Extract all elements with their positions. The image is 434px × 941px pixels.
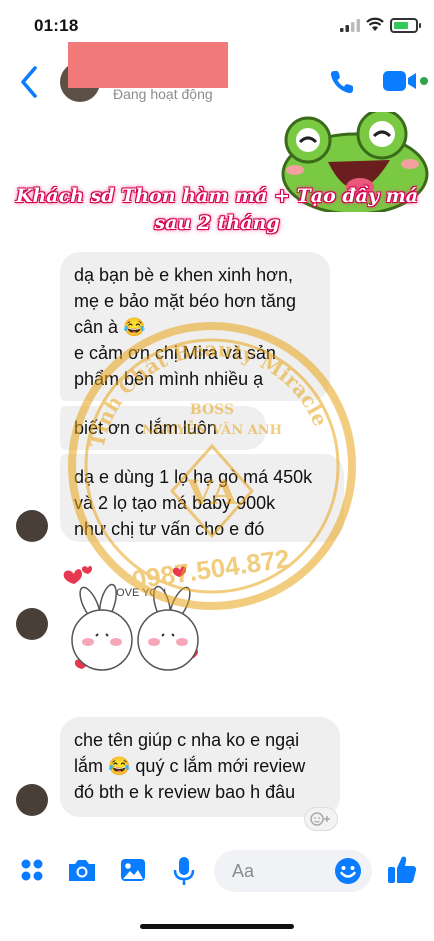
microphone-icon[interactable] [171, 856, 197, 886]
online-indicator [420, 77, 428, 85]
wifi-icon [366, 17, 384, 31]
message-bubble[interactable]: dạ e dùng 1 lọ hạ gò má 450k và 2 lọ tạo… [60, 454, 344, 542]
promo-caption: Khách sd Thon hàm má + Tạo đầy má sau 2 … [0, 183, 434, 237]
sender-avatar[interactable] [16, 608, 48, 640]
message-line: biết ơn c lắm luôn [74, 418, 217, 438]
message-line: như chị tư vấn cho e đó [74, 519, 265, 539]
promo-line-1: Khách sd Thon hàm má + Tạo đầy má [15, 185, 419, 207]
message-bubble[interactable]: che tên giúp c nha ko e ngại lắm 😂 quý c… [60, 717, 340, 817]
message-line: phẩm bên mình nhiều ạ [74, 369, 264, 389]
smiley-plus-icon [310, 812, 330, 826]
promo-line-2: sau 2 tháng [154, 212, 280, 234]
apps-grid-icon[interactable] [18, 856, 46, 884]
thumbs-up-icon[interactable] [386, 854, 418, 886]
active-status: Đang hoạt động [113, 86, 213, 102]
message-line: đó bth e k review bao h đâu [74, 782, 296, 802]
message-line: e cảm ơn chị Mira và sản [74, 343, 276, 363]
message-input[interactable] [230, 859, 324, 883]
message-line: che tên giúp c nha ko e ngại [74, 730, 300, 750]
photo-gallery-icon[interactable] [119, 856, 147, 884]
message-line: mẹ e bảo mặt béo hơn tăng [74, 291, 296, 311]
video-call-icon[interactable] [382, 68, 418, 94]
emoji-icon[interactable] [333, 856, 363, 886]
contact-name-redacted[interactable] [68, 42, 228, 88]
message-bubble[interactable]: biết ơn c lắm luôn [60, 406, 266, 450]
battery-icon [390, 18, 421, 33]
cellular-signal-icon [340, 19, 360, 32]
bunny-love-sticker[interactable]: LOVE YOU [60, 562, 210, 687]
message-line: và 2 lọ tạo má baby 900k [74, 493, 276, 513]
add-reaction-button[interactable] [304, 807, 338, 831]
phone-call-icon[interactable] [328, 68, 356, 96]
sender-avatar[interactable] [16, 784, 48, 816]
message-line: dạ bạn bè e khen xinh hơn, [74, 265, 293, 285]
message-line: dạ e dùng 1 lọ hạ gò má 450k [74, 467, 313, 487]
back-chevron-icon[interactable] [18, 64, 40, 100]
status-time: 01:18 [34, 16, 79, 35]
sender-avatar[interactable] [16, 510, 48, 542]
message-line: cân à 😂 [74, 317, 146, 337]
home-indicator [140, 924, 294, 929]
message-bubble[interactable]: dạ bạn bè e khen xinh hơn, mẹ e bảo mặt … [60, 252, 330, 401]
camera-icon[interactable] [66, 856, 98, 884]
message-line: lắm 😂 quý c lắm mới review [74, 756, 306, 776]
